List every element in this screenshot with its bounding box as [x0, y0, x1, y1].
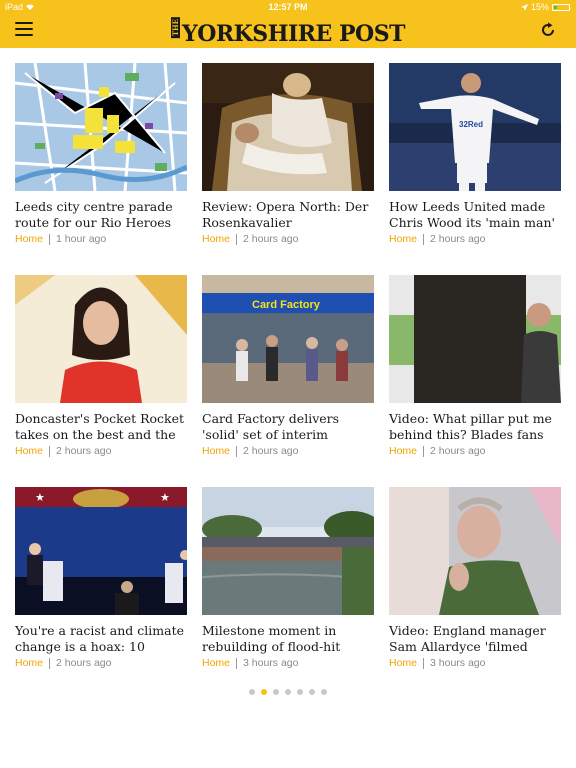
article-card[interactable]: Doncaster's Pocket Rocket takes on the b… [15, 275, 187, 457]
article-meta: Home 3 hours ago [389, 657, 561, 669]
article-headline: Video: England manager Sam Allardyce 'fi… [389, 623, 546, 654]
article-meta: Home 2 hours ago [202, 233, 374, 245]
article-time: 2 hours ago [430, 445, 486, 457]
meta-divider [49, 657, 51, 669]
debate-stage-image: ★ ★ [15, 487, 187, 615]
stadium-pillar-image [389, 275, 561, 403]
article-section-link[interactable]: Home [15, 445, 43, 457]
article-card[interactable]: Card Factory Card Factory delivers 'soli… [202, 275, 374, 457]
opera-stage-image [202, 63, 374, 191]
article-headline: Milestone moment in rebuilding of flood-… [202, 623, 341, 654]
city-map-image [15, 63, 187, 191]
article-card[interactable]: Review: Opera North: Der Rosenkavalier H… [202, 63, 374, 245]
article-headline: You're a racist and climate change is a … [15, 623, 184, 654]
logo-text: YORKSHIRE POST [182, 21, 405, 48]
article-meta: Home 2 hours ago [202, 445, 374, 457]
battery-percent: 15% [530, 2, 549, 12]
article-card[interactable]: Video: England manager Sam Allardyce 'fi… [389, 487, 561, 669]
article-meta: Home 2 hours ago [389, 445, 561, 457]
article-time: 1 hour ago [56, 233, 107, 245]
article-meta: Home 2 hours ago [389, 233, 561, 245]
man-video-image [389, 487, 561, 615]
article-section-link[interactable]: Home [202, 233, 230, 245]
meta-divider [49, 233, 51, 245]
status-bar: iPad 12:57 PM 15% [0, 0, 576, 14]
page-dot[interactable] [309, 689, 315, 695]
article-card[interactable]: ★ ★ You're a racist and climate change i… [15, 487, 187, 669]
article-time: 2 hours ago [56, 657, 112, 669]
page-dot[interactable] [261, 689, 267, 695]
article-headline: Leeds city centre parade route for our R… [15, 199, 173, 230]
river-bridge-image [202, 487, 374, 615]
logo-prefix: THE [171, 17, 181, 39]
page-dot[interactable] [273, 689, 279, 695]
article-headline: How Leeds United made Chris Wood its 'ma… [389, 199, 555, 230]
refresh-icon[interactable] [540, 22, 556, 38]
article-time: 3 hours ago [243, 657, 299, 669]
article-card[interactable]: Leeds city centre parade route for our R… [15, 63, 187, 245]
page-dot[interactable] [249, 689, 255, 695]
status-right: 15% [520, 2, 570, 12]
page-dot[interactable] [321, 689, 327, 695]
meta-divider [49, 445, 51, 457]
status-time: 12:57 PM [268, 2, 308, 12]
article-section-link[interactable]: Home [15, 233, 43, 245]
svg-text:32Red: 32Red [459, 120, 483, 129]
article-section-link[interactable]: Home [202, 657, 230, 669]
footballer-image: 32Red [389, 63, 561, 191]
article-meta: Home 1 hour ago [15, 233, 187, 245]
meta-divider [236, 657, 238, 669]
brand-logo: THEYORKSHIRE POST [0, 17, 576, 47]
article-time: 2 hours ago [243, 233, 299, 245]
article-time: 2 hours ago [430, 233, 486, 245]
svg-text:★: ★ [35, 492, 45, 504]
article-headline: Doncaster's Pocket Rocket takes on the b… [15, 411, 185, 442]
article-meta: Home 3 hours ago [202, 657, 374, 669]
location-arrow-icon [520, 3, 528, 11]
page-dot[interactable] [297, 689, 303, 695]
article-headline: Card Factory delivers 'solid' set of int… [202, 411, 340, 442]
article-headline: Review: Opera North: Der Rosenkavalier [202, 199, 369, 230]
article-card[interactable]: Milestone moment in rebuilding of flood-… [202, 487, 374, 669]
article-meta: Home 2 hours ago [15, 657, 187, 669]
svg-text:Card Factory: Card Factory [252, 299, 321, 311]
article-time: 3 hours ago [430, 657, 486, 669]
page-dot[interactable] [285, 689, 291, 695]
meta-divider [423, 445, 425, 457]
article-time: 2 hours ago [243, 445, 299, 457]
app-header: iPad 12:57 PM 15% THEYORKSHIRE POST [0, 0, 576, 48]
article-section-link[interactable]: Home [202, 445, 230, 457]
article-meta: Home 2 hours ago [15, 445, 187, 457]
article-section-link[interactable]: Home [389, 233, 417, 245]
meta-divider [423, 657, 425, 669]
article-section-link[interactable]: Home [389, 445, 417, 457]
svg-text:★: ★ [160, 492, 170, 504]
page-indicator [0, 689, 576, 695]
woman-portrait-image [15, 275, 187, 403]
meta-divider [423, 233, 425, 245]
article-section-link[interactable]: Home [389, 657, 417, 669]
article-card[interactable]: Video: What pillar put me behind this? B… [389, 275, 561, 457]
article-section-link[interactable]: Home [15, 657, 43, 669]
article-time: 2 hours ago [56, 445, 112, 457]
meta-divider [236, 445, 238, 457]
article-card[interactable]: 32Red How Leeds United made Chris Wood i… [389, 63, 561, 245]
shopfront-image: Card Factory [202, 275, 374, 403]
battery-icon [552, 3, 570, 11]
article-headline: Video: What pillar put me behind this? B… [389, 411, 552, 442]
meta-divider [236, 233, 238, 245]
